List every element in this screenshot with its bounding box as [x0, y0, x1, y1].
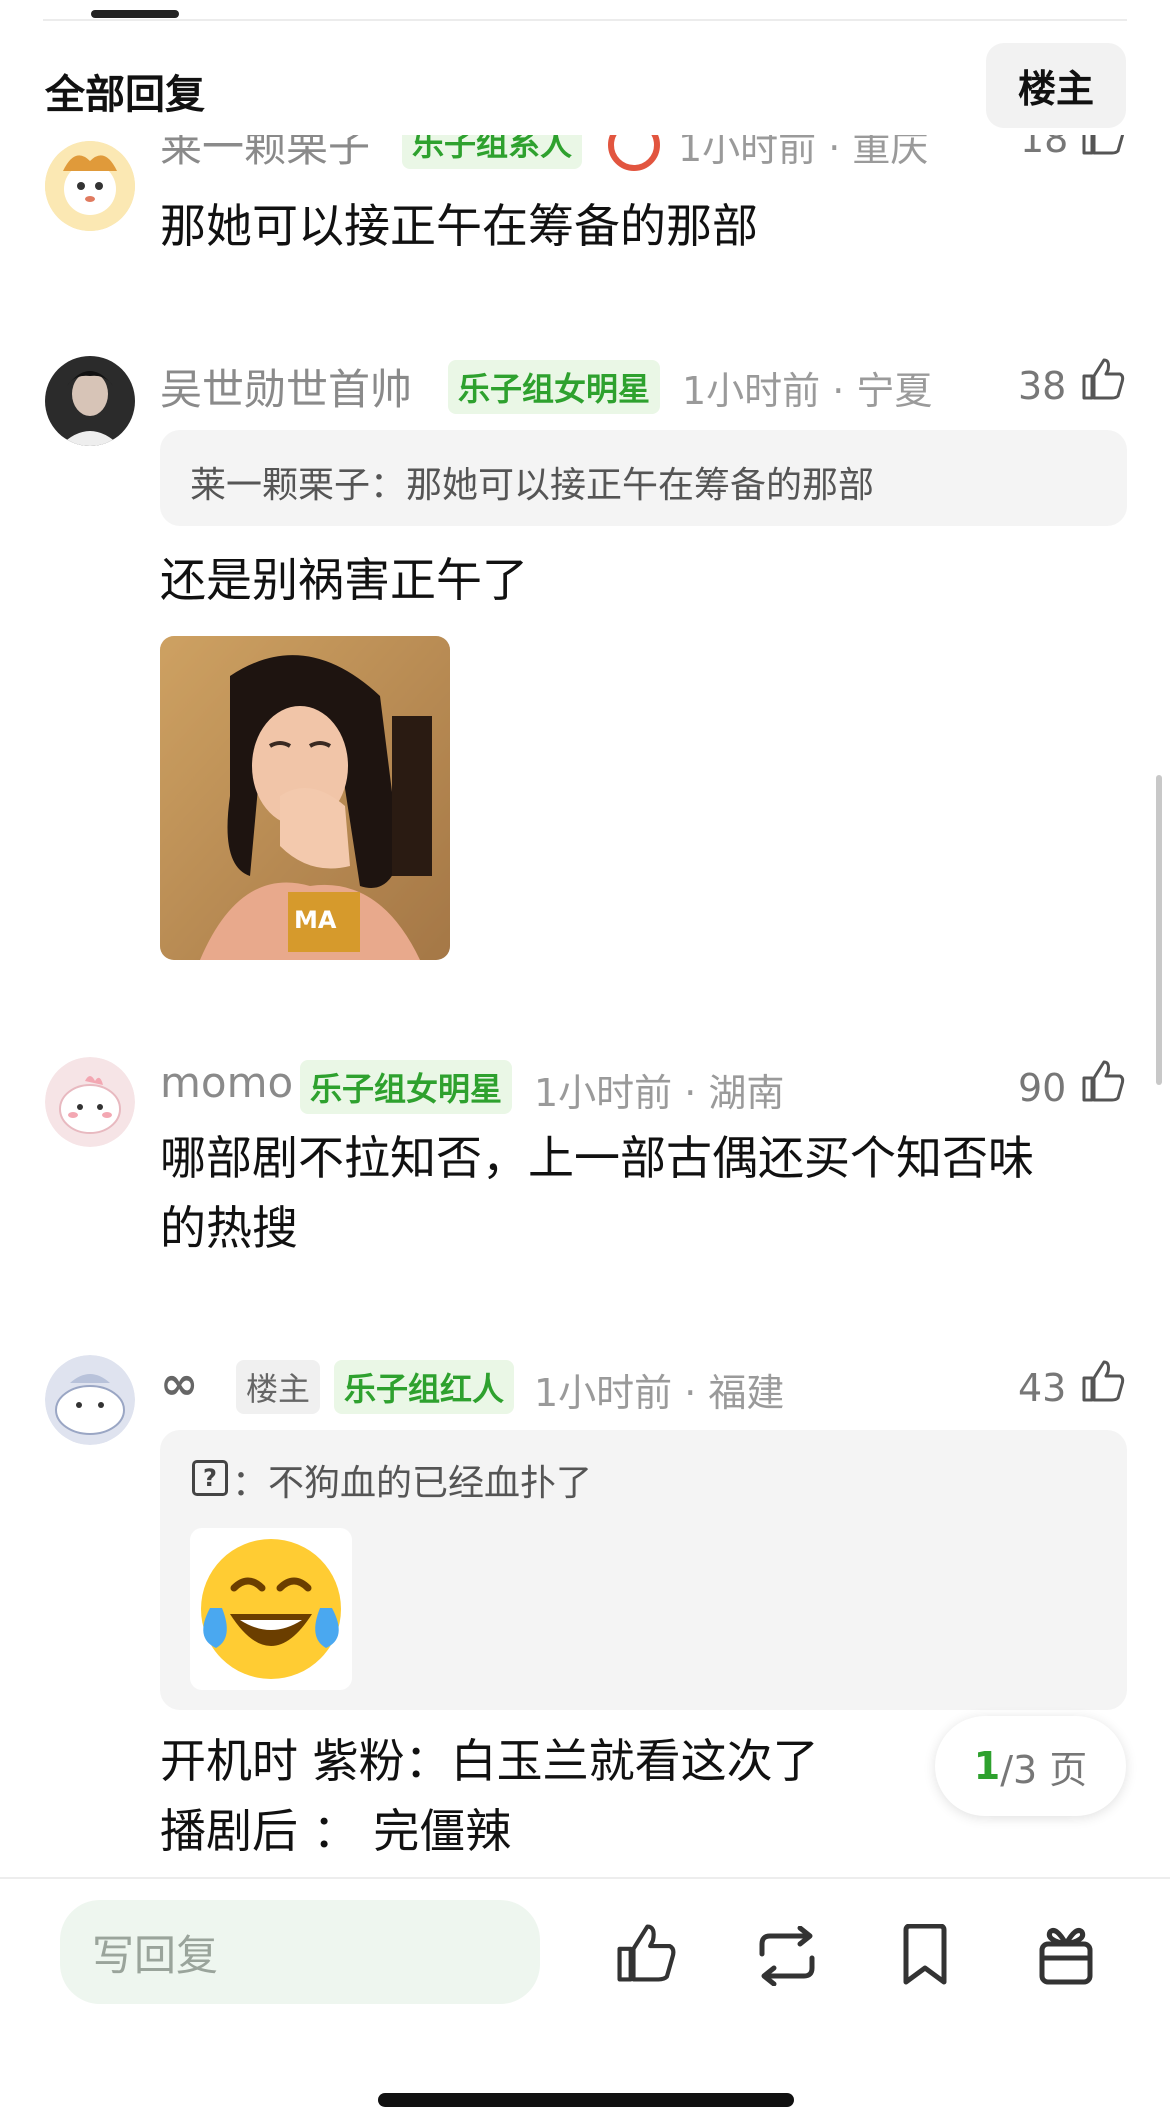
thumb-up-icon[interactable] — [614, 1920, 678, 1990]
avatar[interactable] — [45, 1057, 135, 1147]
username[interactable]: ∞ — [160, 1356, 198, 1410]
gift-icon[interactable] — [1036, 1922, 1096, 1990]
avatar[interactable] — [45, 356, 135, 446]
like-count: 18 — [1020, 135, 1069, 161]
comment-text-line-2: 的热搜 — [160, 1201, 298, 1255]
quote-text: ：不狗血的已经血扑了 — [232, 1463, 593, 1504]
page-title: 全部回复 — [45, 72, 205, 118]
user-badge: 乐子组女明星 — [300, 1060, 513, 1114]
unknown-user-icon: ? — [192, 1460, 228, 1496]
comment-text-line-1: 开机时 紫粉：白玉兰就看这次了 — [160, 1734, 819, 1788]
current-page: 1 — [973, 1744, 1001, 1788]
repost-icon[interactable] — [752, 1925, 822, 1990]
comment-1: 莱一颗栗子 乐子组系人 1小时前 · 重庆 18 那她可以接正午在筹备的那部 — [0, 135, 1170, 275]
laugh-cry-emoji-icon — [190, 1528, 352, 1690]
comment-text-line-2: 播剧后 ： 完僵辣 — [160, 1804, 512, 1858]
comment-image[interactable]: MA — [160, 636, 450, 960]
thumb-up-icon[interactable] — [1080, 1356, 1126, 1410]
comment-text-line-1: 哪部剧不拉知否，上一部古偶还买个知否味 — [160, 1131, 1034, 1185]
like-count: 43 — [1018, 1366, 1067, 1410]
thumb-up-icon[interactable] — [1080, 135, 1126, 161]
drag-handle — [91, 10, 179, 18]
time-location: 1小时前 · 宁夏 — [682, 369, 933, 413]
username[interactable]: 吴世勋世首帅 — [160, 356, 412, 417]
user-badge: 乐子组女明星 — [448, 360, 661, 414]
user-badge: 乐子组红人 — [334, 1360, 515, 1414]
header-divider — [43, 19, 1127, 21]
host-badge: 楼主 — [236, 1360, 321, 1414]
bookmark-icon[interactable] — [900, 1923, 950, 1990]
username[interactable]: momo — [160, 1058, 293, 1107]
home-indicator — [378, 2093, 794, 2107]
user-badge: 乐子组系人 — [402, 135, 583, 169]
like-count: 90 — [1018, 1066, 1067, 1110]
thumb-up-icon[interactable] — [1080, 354, 1126, 408]
total-pages: /3 页 — [1000, 1747, 1088, 1792]
pagination-indicator[interactable]: 1/3 页 — [935, 1716, 1126, 1816]
quoted-comment[interactable]: ? ：不狗血的已经血扑了 — [160, 1430, 1127, 1710]
time-location: 1小时前 · 福建 — [534, 1371, 785, 1415]
medal-icon — [608, 135, 660, 171]
avatar[interactable] — [45, 1355, 135, 1445]
comment-text: 那她可以接正午在筹备的那部 — [160, 199, 758, 253]
svg-text:MA: MA — [294, 906, 337, 934]
avatar[interactable] — [45, 141, 135, 231]
only-host-button[interactable]: 楼主 — [986, 43, 1126, 128]
username[interactable]: 莱一颗栗子 — [160, 135, 370, 174]
quoted-comment[interactable]: 莱一颗栗子：那她可以接正午在筹备的那部 — [160, 430, 1127, 526]
bottom-divider — [0, 1877, 1170, 1879]
quote-text: 莱一颗栗子：那她可以接正午在筹备的那部 — [190, 465, 875, 506]
time-location: 1小时前 · 湖南 — [534, 1071, 785, 1115]
scrollbar[interactable] — [1156, 775, 1162, 1085]
thumb-up-icon[interactable] — [1080, 1056, 1126, 1110]
comment-text: 还是别祸害正午了 — [160, 553, 528, 607]
like-count: 38 — [1018, 364, 1067, 408]
time-location: 1小时前 · 重庆 — [678, 135, 929, 170]
reply-input[interactable]: 写回复 — [60, 1900, 540, 2004]
